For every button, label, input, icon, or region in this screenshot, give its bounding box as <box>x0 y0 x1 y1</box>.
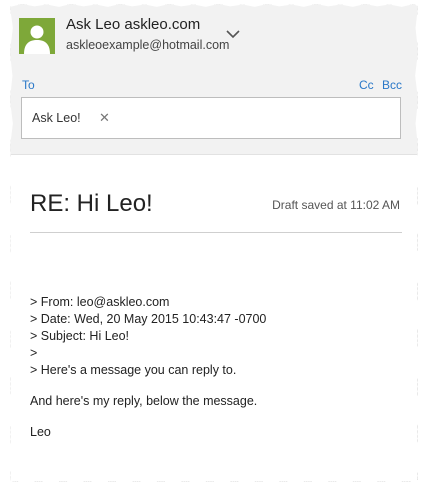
bcc-link[interactable]: Bcc <box>382 78 402 92</box>
cc-link[interactable]: Cc <box>359 78 374 92</box>
chevron-down-icon[interactable] <box>226 26 240 39</box>
reply-text: And here's my reply, below the message. <box>30 394 258 408</box>
divider <box>30 232 402 233</box>
message-body[interactable]: > From: leo@askleo.com > Date: Wed, 20 M… <box>30 294 266 441</box>
close-icon[interactable]: ✕ <box>99 110 110 126</box>
person-icon <box>24 25 50 54</box>
to-field[interactable]: Ask Leo! ✕ <box>21 97 401 139</box>
quoted-line: > Subject: Hi Leo! <box>30 329 130 343</box>
to-link[interactable]: To <box>22 78 35 92</box>
quoted-line: > Date: Wed, 20 May 2015 10:43:47 -0700 <box>30 312 267 326</box>
signature: Leo <box>30 425 51 439</box>
draft-status: Draft saved at 11:02 AM <box>272 198 400 212</box>
recipient-chip[interactable]: Ask Leo! <box>32 111 81 125</box>
account-email: askleoexample@hotmail.com <box>66 38 230 52</box>
compose-window: Ask Leo askleo.com askleoexample@hotmail… <box>10 4 418 482</box>
quoted-line: > <box>30 346 38 360</box>
avatar <box>19 18 55 54</box>
subject-field[interactable]: RE: Hi Leo! <box>30 190 153 218</box>
compose-header: Ask Leo askleo.com askleoexample@hotmail… <box>10 4 418 155</box>
quoted-line: > Here's a message you can reply to. <box>30 363 237 377</box>
account-name: Ask Leo askleo.com <box>66 16 201 33</box>
quoted-line: > From: leo@askleo.com <box>30 295 170 309</box>
